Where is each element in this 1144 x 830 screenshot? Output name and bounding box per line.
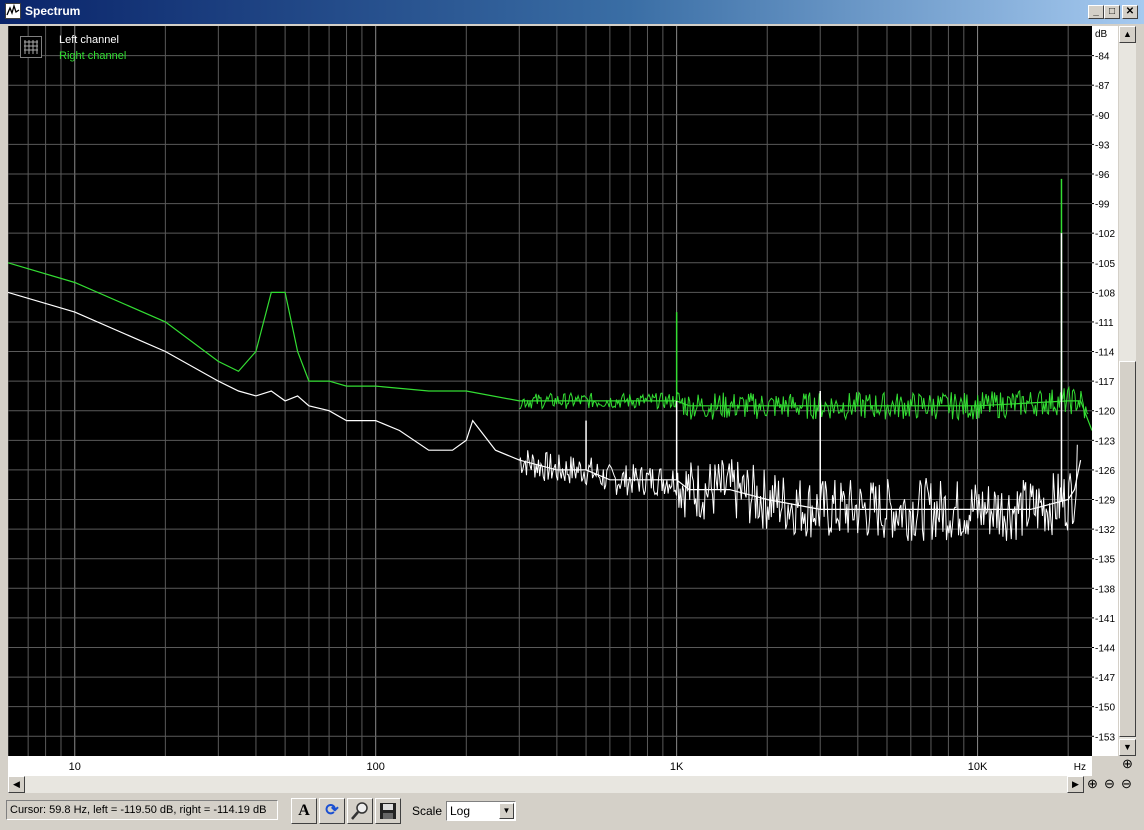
y-tick-label: -87 — [1095, 81, 1110, 92]
x-tick-label: 10 — [69, 761, 81, 773]
legend-right-label: Right channel — [59, 50, 127, 62]
y-tick-label: -84 — [1095, 52, 1110, 63]
title-bar: Spectrum _ □ ✕ — [0, 0, 1144, 24]
spectrum-app-icon — [5, 3, 21, 19]
status-bar: Cursor: 59.8 Hz, left = -119.50 dB, righ… — [0, 795, 1144, 830]
y-tick-label: -99 — [1095, 200, 1110, 211]
y-tick-label: -111 — [1095, 318, 1114, 329]
scale-value: Log — [450, 804, 471, 818]
vertical-scroll-thumb[interactable] — [1119, 361, 1136, 737]
scroll-down-button[interactable]: ▼ — [1119, 739, 1136, 756]
scale-select[interactable]: Log ▼ — [446, 801, 516, 821]
y-tick-label: -105 — [1095, 259, 1115, 270]
chevron-down-icon[interactable]: ▼ — [499, 803, 514, 819]
y-tick-label: -123 — [1095, 436, 1115, 447]
x-axis-unit: Hz — [1074, 762, 1086, 773]
y-tick-label: -90 — [1095, 111, 1110, 122]
scale-label: Scale — [412, 804, 443, 818]
y-tick-label: -117 — [1095, 377, 1115, 388]
legend-toggle-icon[interactable] — [20, 36, 42, 58]
y-tick-label: -102 — [1095, 229, 1115, 240]
zoom-in-x-icon[interactable]: ⊕ — [1084, 776, 1101, 793]
zoom-reset-x-icon[interactable]: ⊖ — [1118, 776, 1135, 793]
horizontal-scrollbar[interactable]: ◀ ▶ — [8, 776, 1084, 793]
y-tick-label: -153 — [1095, 732, 1115, 743]
y-tick-label: -150 — [1095, 703, 1115, 714]
window-title: Spectrum — [25, 4, 81, 18]
scroll-left-button[interactable]: ◀ — [8, 776, 25, 793]
y-tick-label: -132 — [1095, 525, 1115, 536]
zoom-tool-icon[interactable] — [347, 798, 373, 824]
scroll-right-button[interactable]: ▶ — [1067, 776, 1084, 793]
scroll-up-button[interactable]: ▲ — [1119, 26, 1136, 43]
annotation-a-button[interactable]: A — [291, 798, 317, 824]
cursor-readout: Cursor: 59.8 Hz, left = -119.50 dB, righ… — [6, 800, 278, 820]
y-tick-label: -108 — [1095, 288, 1115, 299]
legend-left-label: Left channel — [59, 34, 119, 46]
zoom-out-x-icon[interactable]: ⊖ — [1101, 776, 1118, 793]
grid — [8, 26, 1092, 756]
minimize-button[interactable]: _ — [1088, 5, 1104, 19]
y-axis: dB -84 -87 -90 -93 -96 -99 -102 -105 -108 -111 -114… — [1092, 26, 1118, 756]
right-channel-noise — [519, 385, 1089, 422]
close-button[interactable]: ✕ — [1122, 5, 1138, 19]
left-channel-noise — [518, 444, 1078, 542]
x-tick-label: 1K — [670, 761, 684, 773]
x-tick-label: 10K — [968, 761, 988, 773]
y-tick-label: -120 — [1095, 407, 1115, 418]
right-channel-line — [8, 262, 1092, 431]
zoom-in-y-icon[interactable]: ⊕ — [1119, 756, 1136, 773]
x-tick-label: 100 — [367, 761, 385, 773]
y-tick-label: -129 — [1095, 496, 1115, 507]
y-tick-label: -135 — [1095, 555, 1115, 566]
x-axis: 10 100 1K 10K Hz — [8, 756, 1092, 776]
y-tick-label: -126 — [1095, 466, 1115, 477]
refresh-icon[interactable]: ⟳ — [319, 798, 345, 824]
y-tick-label: -114 — [1095, 348, 1115, 359]
y-tick-label: -147 — [1095, 673, 1115, 684]
y-tick-label: -96 — [1095, 170, 1110, 181]
spectrum-chart[interactable] — [8, 26, 1092, 756]
spectrum-plot[interactable]: Left channel Right channel — [8, 26, 1092, 756]
y-tick-label: -138 — [1095, 584, 1115, 595]
maximize-button[interactable]: □ — [1104, 5, 1120, 19]
y-tick-label: -93 — [1095, 140, 1110, 151]
y-tick-label: -144 — [1095, 643, 1115, 654]
y-axis-unit: dB — [1095, 29, 1108, 40]
vertical-scrollbar[interactable]: ▲ ▼ — [1119, 26, 1136, 756]
save-icon[interactable] — [375, 798, 401, 824]
y-tick-label: -141 — [1095, 614, 1115, 625]
